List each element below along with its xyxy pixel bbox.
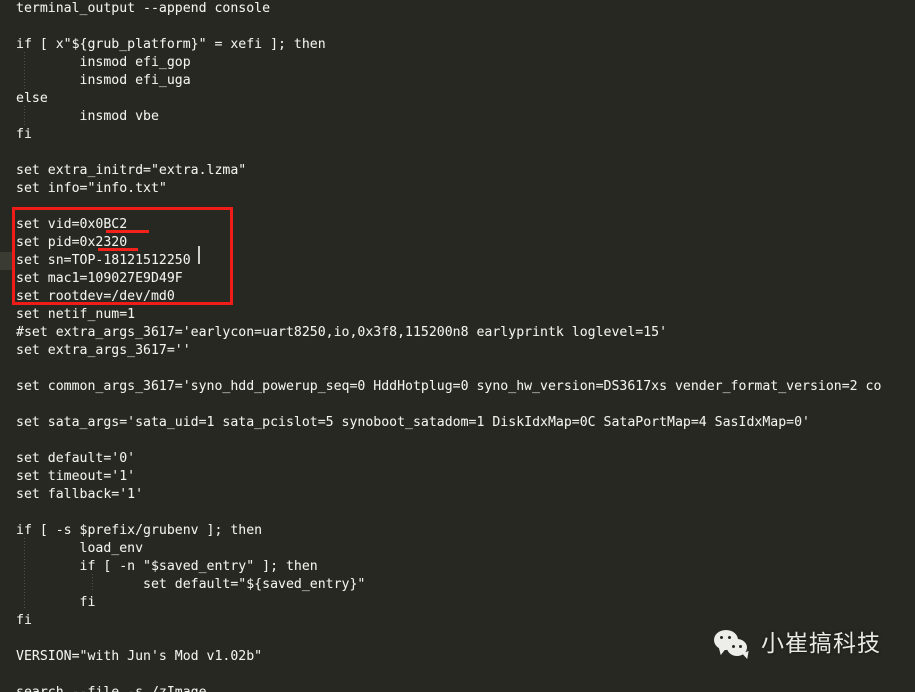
code-line[interactable]: set extra_initrd="extra.lzma" (0, 162, 915, 180)
code-line[interactable]: fi (0, 594, 915, 612)
code-line[interactable]: set vid=0x0BC2 (0, 216, 915, 234)
code-line[interactable]: set info="info.txt" (0, 180, 915, 198)
code-line[interactable] (0, 144, 915, 162)
code-line[interactable] (0, 396, 915, 414)
code-line[interactable]: else (0, 90, 915, 108)
code-line[interactable]: set default='0' (0, 450, 915, 468)
code-line[interactable]: fi (0, 612, 915, 630)
code-line[interactable]: insmod efi_gop (0, 54, 915, 72)
code-line[interactable] (0, 432, 915, 450)
code-line[interactable]: terminal_output --append console (0, 0, 915, 18)
code-line[interactable] (0, 360, 915, 378)
code-line[interactable]: if [ x"${grub_platform}" = xefi ]; then (0, 36, 915, 54)
code-line[interactable]: insmod efi_uga (0, 72, 915, 90)
code-line[interactable]: if [ -s $prefix/grubenv ]; then (0, 522, 915, 540)
code-line[interactable]: set mac1=109027E9D49F (0, 270, 915, 288)
code-line[interactable]: set extra_args_3617='' (0, 342, 915, 360)
code-line[interactable] (0, 630, 915, 648)
code-line[interactable]: search --file -s /zImage (0, 684, 915, 692)
code-line[interactable]: set netif_num=1 (0, 306, 915, 324)
code-line[interactable] (0, 198, 915, 216)
code-line[interactable]: set fallback='1' (0, 486, 915, 504)
code-line[interactable]: set sata_args='sata_uid=1 sata_pcislot=5… (0, 414, 915, 432)
code-line[interactable] (0, 504, 915, 522)
code-text-area[interactable]: terminal_output --append console if [ x"… (0, 0, 915, 692)
code-line[interactable]: insmod vbe (0, 108, 915, 126)
code-line[interactable]: set rootdev=/dev/md0 (0, 288, 915, 306)
code-line[interactable] (0, 666, 915, 684)
code-editor-viewport[interactable]: terminal_output --append console if [ x"… (0, 0, 915, 692)
code-line[interactable]: #set extra_args_3617='earlycon=uart8250,… (0, 324, 915, 342)
code-line[interactable]: VERSION="with Jun's Mod v1.02b" (0, 648, 915, 666)
code-line[interactable]: load_env (0, 540, 915, 558)
code-line[interactable]: set common_args_3617='syno_hdd_powerup_s… (0, 378, 915, 396)
code-line[interactable]: if [ -n "$saved_entry" ]; then (0, 558, 915, 576)
code-line[interactable]: set default="${saved_entry}" (0, 576, 915, 594)
code-line[interactable]: set pid=0x2320 (0, 234, 915, 252)
code-line[interactable]: set sn=TOP-18121512250 (0, 252, 915, 270)
code-line[interactable]: fi (0, 126, 915, 144)
code-line[interactable]: set timeout='1' (0, 468, 915, 486)
code-line[interactable] (0, 18, 915, 36)
